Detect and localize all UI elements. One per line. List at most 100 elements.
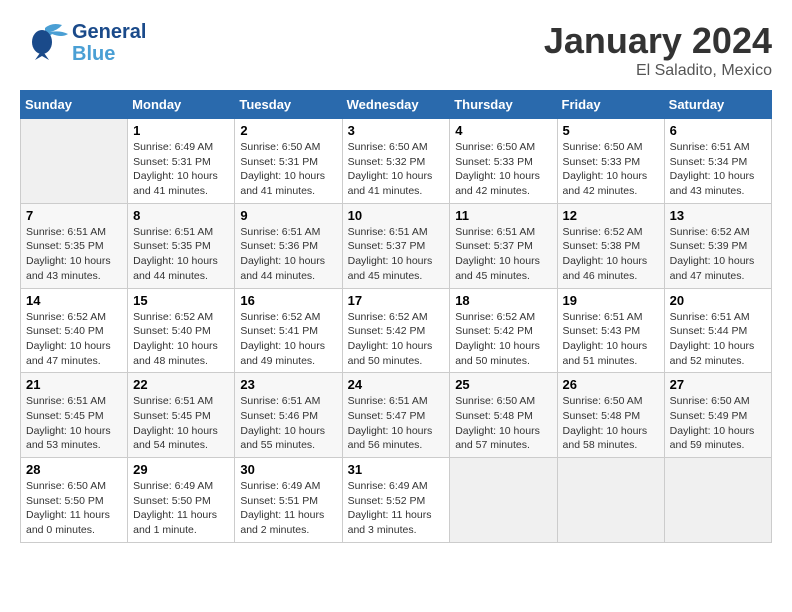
calendar-cell: 18 Sunrise: 6:52 AM Sunset: 5:42 PM Dayli… (450, 288, 557, 373)
day-number: 1 (133, 123, 229, 138)
logo: General Blue (20, 20, 146, 65)
day-number: 18 (455, 293, 551, 308)
day-number: 14 (26, 293, 122, 308)
day-number: 6 (670, 123, 766, 138)
calendar-cell: 23 Sunrise: 6:51 AM Sunset: 5:46 PM Dayli… (235, 373, 342, 458)
week-row-3: 14 Sunrise: 6:52 AM Sunset: 5:40 PM Dayli… (21, 288, 772, 373)
calendar-cell: 10 Sunrise: 6:51 AM Sunset: 5:37 PM Dayli… (342, 203, 450, 288)
calendar-cell: 14 Sunrise: 6:52 AM Sunset: 5:40 PM Dayli… (21, 288, 128, 373)
calendar-cell: 8 Sunrise: 6:51 AM Sunset: 5:35 PM Daylig… (128, 203, 235, 288)
calendar-cell: 11Sunrise: 6:51 AM Sunset: 5:37 PM Dayli… (450, 203, 557, 288)
day-number: 27 (670, 377, 766, 392)
cell-info: Sunrise: 6:52 AM Sunset: 5:39 PM Dayligh… (670, 225, 766, 284)
day-number: 13 (670, 208, 766, 223)
calendar-cell: 1 Sunrise: 6:49 AM Sunset: 5:31 PM Daylig… (128, 119, 235, 204)
weekday-header-row: SundayMondayTuesdayWednesdayThursdayFrid… (21, 91, 772, 119)
day-number: 10 (348, 208, 445, 223)
cell-info: Sunrise: 6:50 AM Sunset: 5:33 PM Dayligh… (455, 140, 551, 199)
calendar-cell: 21Sunrise: 6:51 AM Sunset: 5:45 PM Dayli… (21, 373, 128, 458)
weekday-header-wednesday: Wednesday (342, 91, 450, 119)
weekday-header-tuesday: Tuesday (235, 91, 342, 119)
calendar-cell: 31 Sunrise: 6:49 AM Sunset: 5:52 PM Dayli… (342, 458, 450, 543)
day-number: 5 (563, 123, 659, 138)
calendar-cell: 22Sunrise: 6:51 AM Sunset: 5:45 PM Dayli… (128, 373, 235, 458)
calendar-cell: 30Sunrise: 6:49 AM Sunset: 5:51 PM Dayli… (235, 458, 342, 543)
calendar-cell: 24 Sunrise: 6:51 AM Sunset: 5:47 PM Dayli… (342, 373, 450, 458)
cell-info: Sunrise: 6:49 AM Sunset: 5:52 PM Dayligh… (348, 479, 445, 538)
calendar-cell: 15 Sunrise: 6:52 AM Sunset: 5:40 PM Dayli… (128, 288, 235, 373)
weekday-header-thursday: Thursday (450, 91, 557, 119)
calendar-cell: 2 Sunrise: 6:50 AM Sunset: 5:31 PM Daylig… (235, 119, 342, 204)
calendar-cell: 3Sunrise: 6:50 AM Sunset: 5:32 PM Daylig… (342, 119, 450, 204)
cell-info: Sunrise: 6:52 AM Sunset: 5:42 PM Dayligh… (455, 310, 551, 369)
weekday-header-friday: Friday (557, 91, 664, 119)
cell-info: Sunrise: 6:50 AM Sunset: 5:48 PM Dayligh… (455, 394, 551, 453)
cell-info: Sunrise: 6:51 AM Sunset: 5:35 PM Dayligh… (133, 225, 229, 284)
cell-info: Sunrise: 6:51 AM Sunset: 5:44 PM Dayligh… (670, 310, 766, 369)
day-number: 20 (670, 293, 766, 308)
cell-info: Sunrise: 6:52 AM Sunset: 5:40 PM Dayligh… (26, 310, 122, 369)
day-number: 8 (133, 208, 229, 223)
calendar-cell: 27 Sunrise: 6:50 AM Sunset: 5:49 PM Dayli… (664, 373, 771, 458)
cell-info: Sunrise: 6:52 AM Sunset: 5:40 PM Dayligh… (133, 310, 229, 369)
calendar-cell (557, 458, 664, 543)
cell-info: Sunrise: 6:51 AM Sunset: 5:45 PM Dayligh… (133, 394, 229, 453)
calendar-cell: 13 Sunrise: 6:52 AM Sunset: 5:39 PM Dayli… (664, 203, 771, 288)
cell-info: Sunrise: 6:51 AM Sunset: 5:35 PM Dayligh… (26, 225, 122, 284)
page-header: General Blue January 2024 El Saladito, M… (20, 20, 772, 80)
weekday-header-monday: Monday (128, 91, 235, 119)
calendar-cell (664, 458, 771, 543)
calendar-table: SundayMondayTuesdayWednesdayThursdayFrid… (20, 90, 772, 543)
day-number: 21 (26, 377, 122, 392)
logo-icon (20, 20, 70, 65)
cell-info: Sunrise: 6:51 AM Sunset: 5:46 PM Dayligh… (240, 394, 336, 453)
day-number: 12 (563, 208, 659, 223)
calendar-cell: 25 Sunrise: 6:50 AM Sunset: 5:48 PM Dayli… (450, 373, 557, 458)
day-number: 30 (240, 462, 336, 477)
week-row-1: 1 Sunrise: 6:49 AM Sunset: 5:31 PM Daylig… (21, 119, 772, 204)
day-number: 2 (240, 123, 336, 138)
cell-info: Sunrise: 6:49 AM Sunset: 5:31 PM Dayligh… (133, 140, 229, 199)
calendar-cell: 17Sunrise: 6:52 AM Sunset: 5:42 PM Dayli… (342, 288, 450, 373)
day-number: 9 (240, 208, 336, 223)
day-number: 25 (455, 377, 551, 392)
logo-text-general: General (72, 21, 146, 43)
calendar-cell: 29Sunrise: 6:49 AM Sunset: 5:50 PM Dayli… (128, 458, 235, 543)
cell-info: Sunrise: 6:51 AM Sunset: 5:43 PM Dayligh… (563, 310, 659, 369)
weekday-header-sunday: Sunday (21, 91, 128, 119)
day-number: 31 (348, 462, 445, 477)
weekday-header-saturday: Saturday (664, 91, 771, 119)
calendar-cell: 4 Sunrise: 6:50 AM Sunset: 5:33 PM Daylig… (450, 119, 557, 204)
cell-info: Sunrise: 6:51 AM Sunset: 5:37 PM Dayligh… (348, 225, 445, 284)
calendar-cell: 12Sunrise: 6:52 AM Sunset: 5:38 PM Dayli… (557, 203, 664, 288)
day-number: 23 (240, 377, 336, 392)
cell-info: Sunrise: 6:50 AM Sunset: 5:31 PM Dayligh… (240, 140, 336, 199)
day-number: 19 (563, 293, 659, 308)
day-number: 28 (26, 462, 122, 477)
calendar-cell: 5 Sunrise: 6:50 AM Sunset: 5:33 PM Daylig… (557, 119, 664, 204)
location-title: El Saladito, Mexico (544, 62, 772, 80)
calendar-cell: 28Sunrise: 6:50 AM Sunset: 5:50 PM Dayli… (21, 458, 128, 543)
day-number: 4 (455, 123, 551, 138)
logo-text-blue: Blue (72, 43, 146, 65)
cell-info: Sunrise: 6:51 AM Sunset: 5:36 PM Dayligh… (240, 225, 336, 284)
cell-info: Sunrise: 6:52 AM Sunset: 5:42 PM Dayligh… (348, 310, 445, 369)
week-row-2: 7 Sunrise: 6:51 AM Sunset: 5:35 PM Daylig… (21, 203, 772, 288)
cell-info: Sunrise: 6:49 AM Sunset: 5:50 PM Dayligh… (133, 479, 229, 538)
cell-info: Sunrise: 6:50 AM Sunset: 5:48 PM Dayligh… (563, 394, 659, 453)
day-number: 11 (455, 208, 551, 223)
title-block: January 2024 El Saladito, Mexico (544, 20, 772, 80)
cell-info: Sunrise: 6:51 AM Sunset: 5:47 PM Dayligh… (348, 394, 445, 453)
calendar-cell: 9 Sunrise: 6:51 AM Sunset: 5:36 PM Daylig… (235, 203, 342, 288)
day-number: 15 (133, 293, 229, 308)
day-number: 7 (26, 208, 122, 223)
day-number: 26 (563, 377, 659, 392)
calendar-cell (21, 119, 128, 204)
calendar-cell: 7 Sunrise: 6:51 AM Sunset: 5:35 PM Daylig… (21, 203, 128, 288)
day-number: 24 (348, 377, 445, 392)
cell-info: Sunrise: 6:50 AM Sunset: 5:49 PM Dayligh… (670, 394, 766, 453)
calendar-cell: 6Sunrise: 6:51 AM Sunset: 5:34 PM Daylig… (664, 119, 771, 204)
calendar-cell (450, 458, 557, 543)
calendar-cell: 19 Sunrise: 6:51 AM Sunset: 5:43 PM Dayli… (557, 288, 664, 373)
cell-info: Sunrise: 6:50 AM Sunset: 5:33 PM Dayligh… (563, 140, 659, 199)
